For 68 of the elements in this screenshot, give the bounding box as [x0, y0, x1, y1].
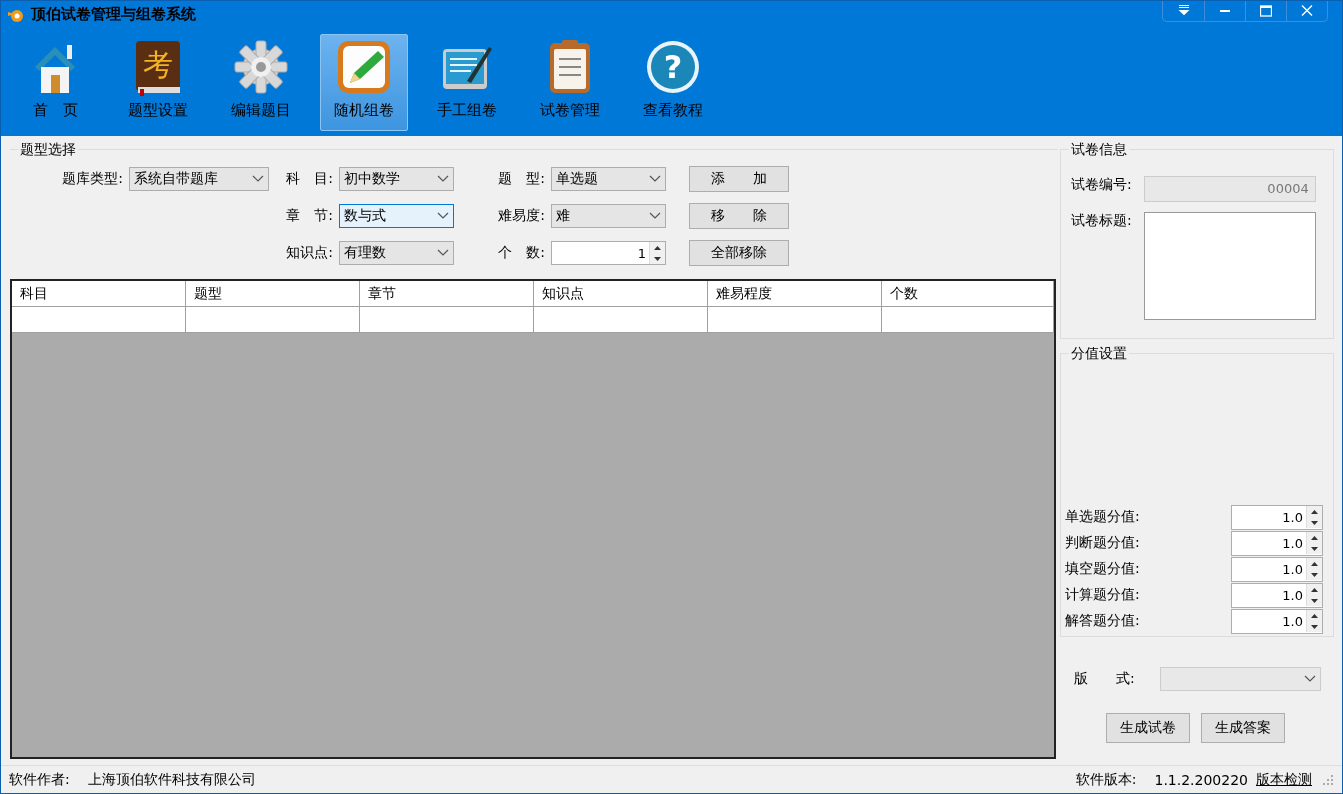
version-check-link[interactable]: 版本检测 [1256, 770, 1312, 789]
field-label: 版 式: [1074, 670, 1136, 688]
group-title: 题型选择 [18, 141, 78, 159]
spin-box[interactable]: 1.0 [1231, 556, 1323, 582]
down-arrow-icon [1311, 572, 1318, 577]
field-label: 个 数: [497, 244, 545, 262]
field-label: 试卷编号: [1071, 176, 1132, 194]
resize-grip-icon [1322, 773, 1334, 786]
toolbar-button[interactable]: 试卷管理 [526, 34, 614, 131]
gear-icon [231, 37, 291, 97]
down-arrow-icon [1311, 520, 1318, 525]
field-label: 解答题分值: [1065, 612, 1140, 630]
up-arrow-icon [1311, 535, 1318, 540]
down-arrow-icon [1311, 598, 1318, 603]
action-button[interactable]: 移 除 [689, 203, 789, 229]
field-label: 试卷标题: [1071, 212, 1132, 230]
status-label: 软件作者: [9, 770, 70, 789]
spin-box[interactable]: 1.0 [1231, 530, 1323, 556]
close-icon [1301, 5, 1313, 17]
spin-box[interactable]: 1 [551, 241, 666, 265]
toolbar-button[interactable]: ? 查看教程 [629, 34, 717, 131]
down-arrow-icon [1311, 624, 1318, 629]
minimize-icon [1220, 10, 1230, 12]
up-arrow-icon [1311, 561, 1318, 566]
maximize-icon [1260, 5, 1272, 17]
field-label: 填空题分值: [1065, 560, 1140, 578]
dropdown[interactable]: 初中数学 [339, 167, 454, 191]
paper-number-field[interactable]: 00004 [1143, 176, 1316, 202]
field-label: 题库类型: [61, 170, 123, 188]
toolbar-button[interactable]: 随机组卷 [320, 34, 408, 131]
action-button[interactable]: 添 加 [689, 166, 789, 192]
action-button[interactable]: 生成答案 [1201, 713, 1285, 743]
field-label: 难易度: [497, 207, 545, 225]
group-title: 分值设置 [1069, 345, 1129, 363]
menu-icon [1177, 5, 1190, 17]
up-arrow-icon [654, 245, 661, 250]
spin-box[interactable]: 1.0 [1231, 608, 1323, 634]
status-text: 1.1.2.200220 [1154, 771, 1248, 788]
toolbar-button[interactable]: 编辑题目 [217, 34, 305, 131]
dropdown[interactable]: 单选题 [551, 167, 666, 191]
status-text: 上海顶伯软件科技有限公司 [87, 770, 256, 789]
up-arrow-icon [1311, 509, 1318, 514]
toolbar-button[interactable]: 考 题型设置 [114, 34, 202, 131]
field-label: 判断题分值: [1065, 534, 1140, 552]
up-arrow-icon [1311, 587, 1318, 592]
field-label: 知识点: [285, 244, 333, 262]
paper-title-field[interactable] [1143, 212, 1316, 320]
dropdown[interactable]: 难 [551, 204, 666, 228]
spin-box[interactable]: 1.0 [1231, 504, 1323, 530]
up-arrow-icon [1311, 613, 1318, 618]
dropdown[interactable]: 有理数 [339, 241, 454, 265]
field-label: 题 型: [497, 170, 545, 188]
window-title: 顶伯试卷管理与组卷系统 [31, 5, 197, 24]
dropdown[interactable]: 系统自带题库 [129, 167, 269, 191]
spin-box[interactable]: 1.0 [1231, 582, 1323, 608]
field-label: 章 节: [285, 207, 333, 225]
status-label: 软件版本: [1075, 770, 1137, 789]
action-button[interactable]: 生成试卷 [1106, 713, 1190, 743]
field-label: 科 目: [285, 170, 333, 188]
toolbar-button[interactable]: 首 页 [11, 34, 99, 131]
dropdown[interactable]: 数与式 [339, 204, 454, 228]
field-label: 计算题分值: [1065, 586, 1140, 604]
action-button[interactable]: 全部移除 [689, 240, 789, 266]
toolbar-button[interactable]: 手工组卷 [423, 34, 511, 131]
down-arrow-icon [654, 256, 661, 261]
down-arrow-icon [1311, 546, 1318, 551]
group-title: 试卷信息 [1069, 141, 1129, 159]
field-label: 单选题分值: [1065, 508, 1140, 526]
